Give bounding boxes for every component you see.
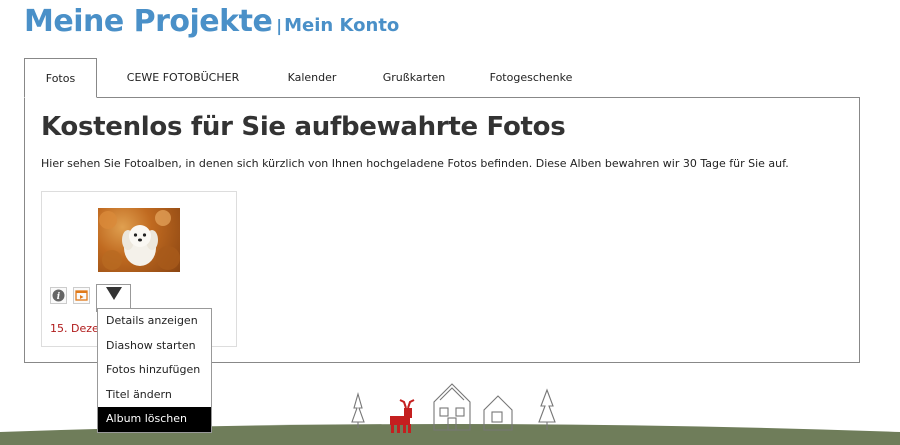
tree-right-icon: [538, 388, 556, 430]
tree-left-icon: [351, 391, 365, 428]
album-actions: i: [50, 281, 131, 312]
album-thumbnail[interactable]: [98, 208, 180, 272]
album-context-menu: Details anzeigen Diashow starten Fotos h…: [97, 308, 212, 433]
tab-fotos[interactable]: Fotos: [24, 58, 97, 98]
header-separator: |: [276, 16, 283, 35]
slideshow-icon[interactable]: [73, 286, 90, 304]
menu-item-delete-album[interactable]: Album löschen: [98, 407, 211, 432]
dropdown-arrow-icon: [105, 287, 122, 300]
account-link[interactable]: Mein Konto: [284, 15, 399, 36]
menu-item-slideshow[interactable]: Diashow starten: [98, 334, 211, 359]
menu-item-rename[interactable]: Titel ändern: [98, 383, 211, 408]
tab-fotogeschenke[interactable]: Fotogeschenke: [473, 58, 589, 97]
menu-item-details[interactable]: Details anzeigen: [98, 309, 211, 334]
info-icon[interactable]: i: [50, 286, 67, 304]
tab-kalender[interactable]: Kalender: [269, 58, 355, 97]
page-header: Meine Projekte | Mein Konto: [24, 4, 399, 39]
svg-text:i: i: [57, 292, 61, 302]
page-title: Meine Projekte: [24, 4, 273, 39]
tab-grusskarten[interactable]: Grußkarten: [355, 58, 473, 97]
tab-cewe-fotobuecher[interactable]: CEWE FOTOBÜCHER: [97, 58, 269, 97]
section-description: Hier sehen Sie Fotoalben, in denen sich …: [41, 157, 789, 170]
album-date: 15. Deze: [50, 322, 99, 335]
menu-item-add-photos[interactable]: Fotos hinzufügen: [98, 358, 211, 383]
house-icon: [433, 383, 471, 431]
tab-bar: Fotos CEWE FOTOBÜCHER Kalender Grußkarte…: [24, 58, 589, 98]
section-heading: Kostenlos für Sie aufbewahrte Fotos: [41, 112, 566, 142]
